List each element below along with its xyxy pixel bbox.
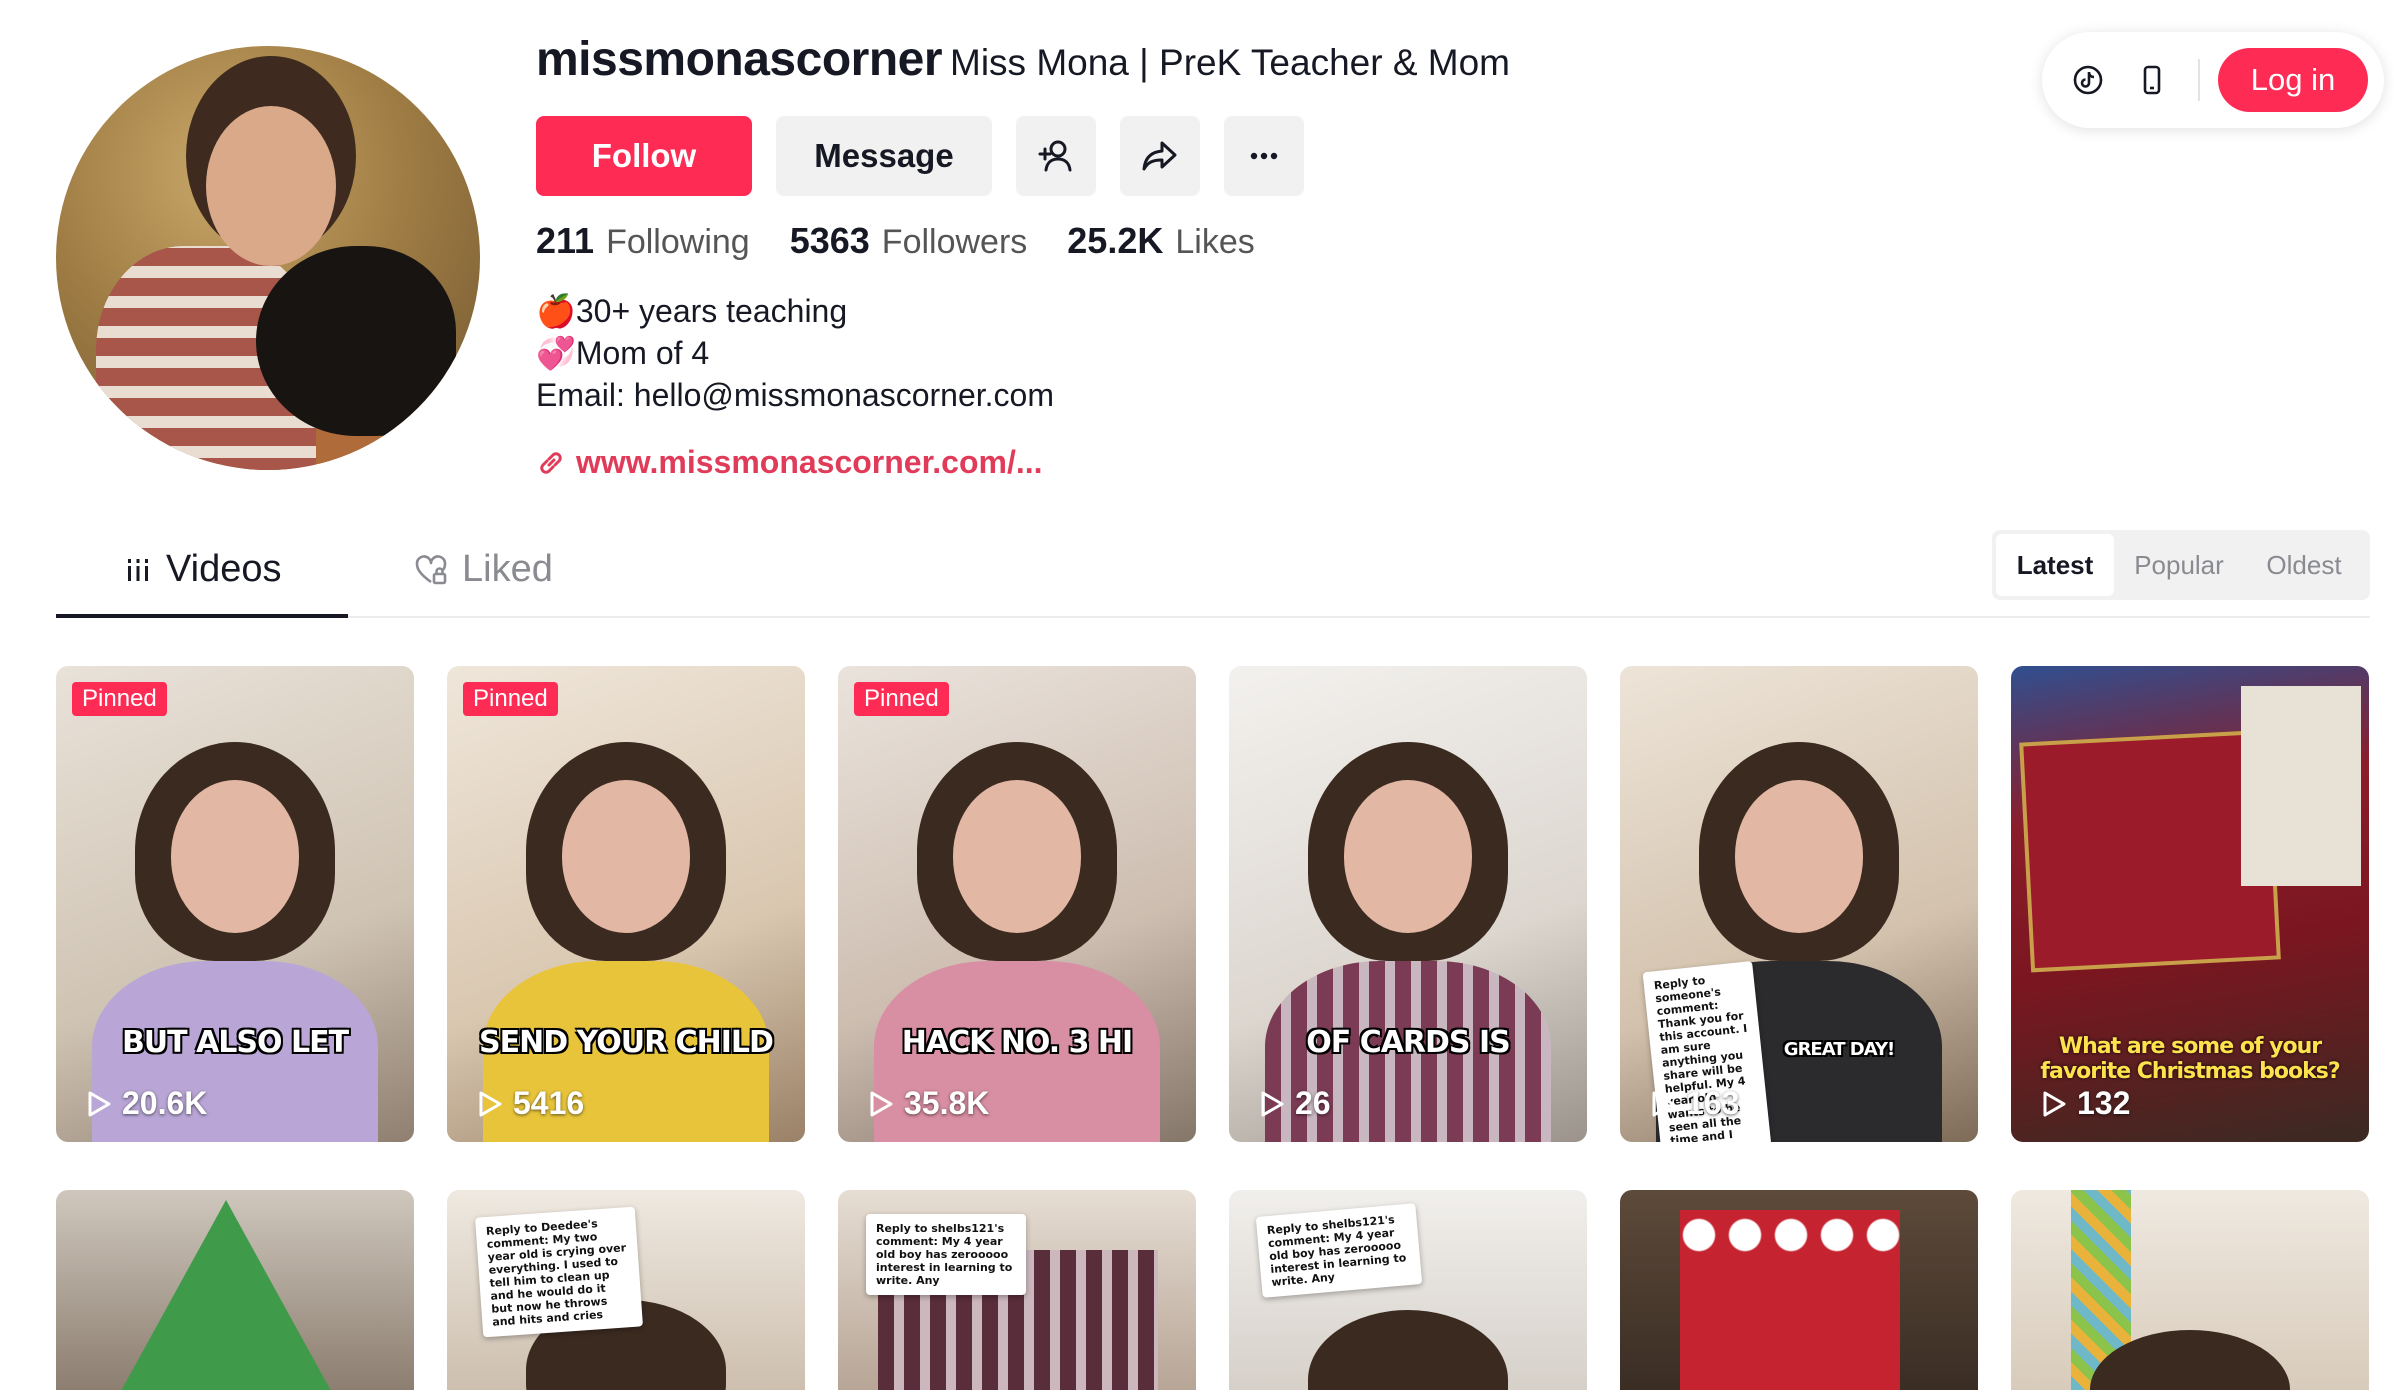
video-card[interactable]: [1620, 1190, 1978, 1390]
view-count-value: 5416: [513, 1085, 585, 1121]
thumbnail-figure: [561, 780, 691, 933]
tab-videos[interactable]: Videos: [124, 548, 282, 591]
sort-popular[interactable]: Popular: [2114, 534, 2244, 596]
view-count-value: 163: [1686, 1085, 1740, 1121]
play-icon: [870, 1091, 893, 1116]
profile-nickname: Miss Mona | PreK Teacher & Mom: [950, 42, 1511, 83]
video-card[interactable]: Reply to shelbs121's comment: My 4 year …: [838, 1190, 1196, 1390]
mobile-icon[interactable]: [2132, 60, 2172, 100]
play-icon: [88, 1091, 111, 1116]
sort-toggle: Latest Popular Oldest: [1992, 530, 2370, 600]
thumbnail-figure: [170, 780, 300, 933]
profile-link[interactable]: www.missmonascorner.com/...: [536, 444, 1043, 481]
comment-reply-sticker: Reply to shelbs121's comment: My 4 year …: [866, 1214, 1026, 1295]
view-count: 26: [1259, 1085, 1331, 1122]
following-count[interactable]: 211: [536, 220, 594, 262]
video-caption: HACK NO. 3 HI: [901, 1025, 1133, 1060]
pinned-badge: Pinned: [72, 682, 167, 716]
comment-reply-sticker: Reply to Deedee's comment: My two year o…: [475, 1206, 643, 1338]
divider: [2198, 59, 2200, 101]
view-count-value: 26: [1295, 1085, 1331, 1121]
tiktok-icon[interactable]: [2068, 60, 2108, 100]
sort-latest[interactable]: Latest: [1996, 534, 2114, 596]
login-button[interactable]: Log in: [2218, 48, 2368, 112]
tab-liked-label: Liked: [462, 548, 553, 590]
more-icon: [1250, 152, 1278, 160]
cotton-balls: [1676, 1210, 1906, 1260]
active-tab-indicator: [56, 614, 348, 618]
share-button[interactable]: [1120, 116, 1200, 196]
video-card[interactable]: Pinned HACK NO. 3 HI 35.8K: [838, 666, 1196, 1142]
video-card[interactable]: Reply to shelbs121's comment: My 4 year …: [1229, 1190, 1587, 1390]
video-caption: OF CARDS IS: [1306, 1025, 1511, 1060]
paper-tree-craft: [116, 1200, 336, 1390]
grid-icon: [128, 558, 148, 581]
bio-line: 🍎30+ years teaching: [536, 293, 848, 329]
play-icon: [2043, 1091, 2066, 1116]
thumbnail-figure: [1343, 780, 1473, 933]
video-caption: BUT ALSO LET: [121, 1025, 349, 1060]
heart-lock-icon: [415, 554, 447, 584]
tab-liked[interactable]: Liked: [414, 548, 553, 591]
video-card[interactable]: [2011, 1190, 2369, 1390]
add-user-icon: [1038, 140, 1072, 172]
play-icon: [1261, 1091, 1284, 1116]
follow-button[interactable]: Follow: [536, 116, 752, 196]
sort-oldest[interactable]: Oldest: [2244, 534, 2364, 596]
profile-stats: 211 Following 5363 Followers 25.2K Likes: [536, 220, 1295, 262]
more-options-button[interactable]: [1224, 116, 1304, 196]
profile-username: missmonascorner: [536, 33, 943, 86]
pinned-badge: Pinned: [463, 682, 558, 716]
followers-label[interactable]: Followers: [882, 223, 1027, 262]
thumbnail-figure: [1734, 780, 1864, 933]
video-card[interactable]: Pinned BUT ALSO LET 20.6K: [56, 666, 414, 1142]
pinned-badge: Pinned: [854, 682, 949, 716]
message-button[interactable]: Message: [776, 116, 992, 196]
following-label[interactable]: Following: [606, 223, 750, 262]
view-count-value: 35.8K: [904, 1085, 990, 1121]
suggested-accounts-button[interactable]: [1016, 116, 1096, 196]
book-cover: [2241, 686, 2361, 886]
likes-count: 25.2K: [1067, 220, 1164, 261]
avatar-detail: [256, 246, 456, 436]
profile-avatar[interactable]: [56, 46, 480, 470]
video-card[interactable]: OF CARDS IS 26: [1229, 666, 1587, 1142]
play-icon: [479, 1091, 502, 1116]
link-icon: [540, 451, 562, 474]
bio-line: 💞Mom of 4: [536, 335, 710, 371]
view-count: 132: [2041, 1085, 2130, 1122]
video-caption: What are some of your favorite Christmas…: [2040, 1034, 2340, 1084]
play-icon: [1652, 1091, 1675, 1116]
followers-count[interactable]: 5363: [790, 220, 870, 262]
video-grid: Pinned BUT ALSO LET 20.6K Pinned SEND YO…: [56, 666, 2370, 1390]
video-caption: GREAT DAY!: [1783, 1039, 1895, 1060]
video-card[interactable]: What are some of your favorite Christmas…: [2011, 666, 2369, 1142]
share-icon: [1142, 141, 1177, 171]
video-card[interactable]: Pinned SEND YOUR CHILD 5416: [447, 666, 805, 1142]
video-caption: SEND YOUR CHILD: [479, 1025, 774, 1060]
view-count: 20.6K: [86, 1085, 207, 1122]
bio-line: Email: hello@missmonascorner.com: [536, 377, 1054, 413]
view-count: 5416: [477, 1085, 584, 1122]
video-card[interactable]: [56, 1190, 414, 1390]
likes-label: Likes: [1175, 223, 1255, 261]
view-count: 35.8K: [868, 1085, 989, 1122]
comment-reply-sticker: Reply to shelbs121's comment: My 4 year …: [1255, 1203, 1423, 1298]
video-card[interactable]: Reply to someone's comment: Thank you fo…: [1620, 666, 1978, 1142]
tab-videos-label: Videos: [166, 548, 282, 590]
top-action-bar: Log in: [2042, 32, 2384, 128]
thumbnail-figure: [952, 780, 1082, 933]
view-count-value: 132: [2077, 1085, 2131, 1121]
profile-bio: 🍎30+ years teaching 💞Mom of 4 Email: hel…: [536, 290, 1054, 416]
avatar-detail: [206, 106, 336, 266]
view-count: 163: [1650, 1085, 1739, 1122]
profile-link-text[interactable]: www.missmonascorner.com/...: [576, 444, 1043, 481]
video-card[interactable]: Reply to Deedee's comment: My two year o…: [447, 1190, 805, 1390]
view-count-value: 20.6K: [122, 1085, 208, 1121]
